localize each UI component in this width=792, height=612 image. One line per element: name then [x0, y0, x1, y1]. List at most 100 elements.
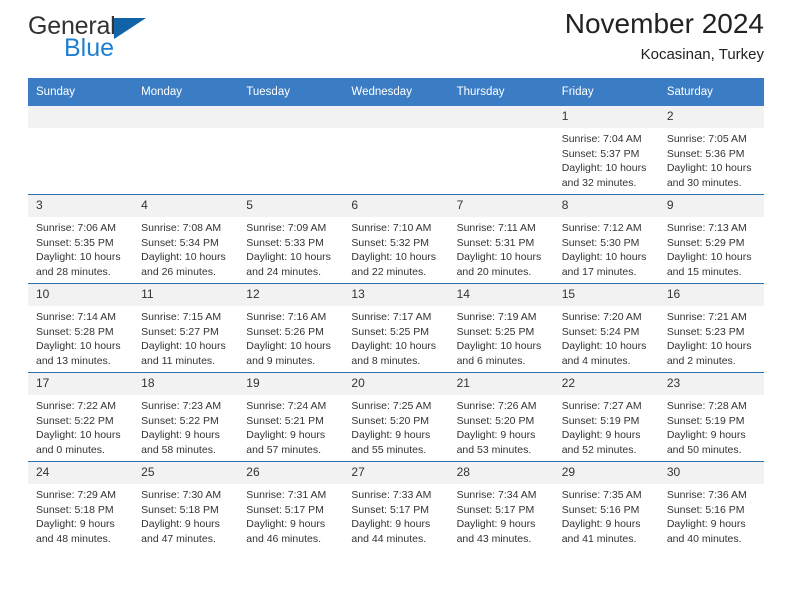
day-details: Sunrise: 7:13 AM Sunset: 5:29 PM Daylight:…: [659, 217, 764, 279]
calendar-day-cell[interactable]: 1 Sunrise: 7:04 AM Sunset: 5:37 PM Daylight…: [553, 106, 659, 195]
sunset-text: Sunset: 5:27 PM: [141, 325, 219, 338]
daylight-text: Daylight: 9 hours and 48 minutes.: [36, 518, 115, 545]
day-number: 27: [343, 462, 449, 484]
daylight-text: Daylight: 9 hours and 47 minutes.: [141, 518, 220, 545]
daylight-text: Daylight: 10 hours and 26 minutes.: [141, 251, 226, 278]
calendar-day-cell[interactable]: 26 Sunrise: 7:31 AM Sunset: 5:17 PM Dayligh…: [238, 461, 344, 550]
calendar-day-cell[interactable]: 20 Sunrise: 7:25 AM Sunset: 5:20 PM Dayligh…: [343, 372, 449, 462]
sunrise-text: Sunrise: 7:25 AM: [351, 400, 432, 412]
triangle-icon: [113, 18, 146, 39]
calendar-day-cell[interactable]: 8 Sunrise: 7:12 AM Sunset: 5:30 PM Daylight…: [553, 194, 659, 284]
daylight-text: Daylight: 10 hours and 8 minutes.: [351, 340, 437, 367]
calendar-day-cell[interactable]: 18 Sunrise: 7:23 AM Sunset: 5:22 PM Dayligh…: [133, 372, 239, 462]
day-details: Sunrise: 7:06 AM Sunset: 5:35 PM Daylight:…: [28, 217, 133, 279]
calendar-day-cell[interactable]: 14 Sunrise: 7:19 AM Sunset: 5:25 PM Dayligh…: [448, 283, 554, 373]
sunrise-text: Sunrise: 7:24 AM: [246, 400, 327, 412]
calendar-day-cell[interactable]: 21 Sunrise: 7:26 AM Sunset: 5:20 PM Dayligh…: [448, 372, 554, 462]
page-header: General Blue November 2024 Kocasinan, Tu…: [28, 0, 764, 78]
calendar-day-cell[interactable]: 5 Sunrise: 7:09 AM Sunset: 5:33 PM Daylight…: [238, 194, 344, 284]
calendar-day-cell[interactable]: 23 Sunrise: 7:28 AM Sunset: 5:19 PM Dayligh…: [658, 372, 764, 462]
day-number: [343, 106, 449, 128]
sunrise-text: Sunrise: 7:36 AM: [666, 489, 747, 501]
day-details: Sunrise: 7:33 AM Sunset: 5:17 PM Daylight:…: [343, 484, 448, 546]
daylight-text: Daylight: 9 hours and 55 minutes.: [351, 429, 431, 456]
sunrise-text: Sunrise: 7:10 AM: [351, 222, 432, 234]
sunset-text: Sunset: 5:34 PM: [141, 236, 219, 249]
calendar-day-cell[interactable]: 9 Sunrise: 7:13 AM Sunset: 5:29 PM Daylight…: [658, 194, 764, 284]
day-number: 28: [448, 462, 554, 484]
calendar-day-cell[interactable]: 28 Sunrise: 7:34 AM Sunset: 5:17 PM Dayligh…: [448, 461, 554, 550]
weekday-header-monday: Monday: [133, 78, 239, 106]
day-number: 19: [238, 373, 344, 395]
day-details: Sunrise: 7:22 AM Sunset: 5:22 PM Daylight:…: [28, 395, 133, 457]
day-number: 12: [238, 284, 344, 306]
day-details: Sunrise: 7:35 AM Sunset: 5:16 PM Daylight:…: [554, 484, 659, 546]
calendar-day-cell[interactable]: 15 Sunrise: 7:20 AM Sunset: 5:24 PM Dayligh…: [553, 283, 659, 373]
weekday-header-thursday: Thursday: [448, 78, 554, 106]
calendar-day-cell[interactable]: 7 Sunrise: 7:11 AM Sunset: 5:31 PM Daylight…: [448, 194, 554, 284]
day-details: Sunrise: 7:20 AM Sunset: 5:24 PM Daylight:…: [554, 306, 659, 368]
sunrise-text: Sunrise: 7:29 AM: [36, 489, 116, 501]
logo-text-blue: Blue: [64, 34, 115, 62]
sunrise-text: Sunrise: 7:19 AM: [456, 311, 537, 323]
day-details: Sunrise: 7:24 AM Sunset: 5:21 PM Daylight:…: [238, 395, 343, 457]
daylight-text: Daylight: 10 hours and 6 minutes.: [456, 340, 542, 367]
sunset-text: Sunset: 5:26 PM: [246, 325, 324, 338]
sunrise-text: Sunrise: 7:12 AM: [561, 222, 642, 234]
daylight-text: Daylight: 10 hours and 15 minutes.: [666, 251, 752, 278]
calendar-day-cell[interactable]: 24 Sunrise: 7:29 AM Sunset: 5:18 PM Dayligh…: [28, 461, 134, 550]
day-number: 21: [448, 373, 554, 395]
calendar-day-cell[interactable]: 17 Sunrise: 7:22 AM Sunset: 5:22 PM Dayligh…: [28, 372, 134, 462]
daylight-text: Daylight: 10 hours and 17 minutes.: [561, 251, 647, 278]
calendar-day-cell[interactable]: 3 Sunrise: 7:06 AM Sunset: 5:35 PM Daylight…: [28, 194, 134, 284]
sunset-text: Sunset: 5:30 PM: [561, 236, 640, 249]
calendar-day-cell[interactable]: 19 Sunrise: 7:24 AM Sunset: 5:21 PM Dayligh…: [238, 372, 344, 462]
daylight-text: Daylight: 9 hours and 41 minutes.: [561, 518, 641, 545]
calendar-day-cell[interactable]: 6 Sunrise: 7:10 AM Sunset: 5:32 PM Daylight…: [343, 194, 449, 284]
calendar-day-cell[interactable]: 29 Sunrise: 7:35 AM Sunset: 5:16 PM Dayligh…: [553, 461, 659, 550]
daylight-text: Daylight: 10 hours and 2 minutes.: [666, 340, 752, 367]
daylight-text: Daylight: 9 hours and 58 minutes.: [141, 429, 220, 456]
daylight-text: Daylight: 10 hours and 9 minutes.: [246, 340, 331, 367]
general-blue-logo[interactable]: General Blue: [28, 14, 228, 70]
calendar-day-cell[interactable]: 4 Sunrise: 7:08 AM Sunset: 5:34 PM Daylight…: [133, 194, 239, 284]
daylight-text: Daylight: 10 hours and 24 minutes.: [246, 251, 331, 278]
daylight-text: Daylight: 9 hours and 43 minutes.: [456, 518, 536, 545]
sunrise-text: Sunrise: 7:27 AM: [561, 400, 642, 412]
sunset-text: Sunset: 5:36 PM: [666, 147, 745, 160]
daylight-text: Daylight: 9 hours and 53 minutes.: [456, 429, 536, 456]
day-details: Sunrise: 7:23 AM Sunset: 5:22 PM Daylight:…: [133, 395, 238, 457]
sunset-text: Sunset: 5:17 PM: [246, 503, 324, 516]
calendar-day-cell[interactable]: 27 Sunrise: 7:33 AM Sunset: 5:17 PM Dayligh…: [343, 461, 449, 550]
sunrise-text: Sunrise: 7:22 AM: [36, 400, 116, 412]
day-details: Sunrise: 7:09 AM Sunset: 5:33 PM Daylight:…: [238, 217, 343, 279]
sunrise-text: Sunrise: 7:23 AM: [141, 400, 222, 412]
calendar-day-cell[interactable]: 22 Sunrise: 7:27 AM Sunset: 5:19 PM Dayligh…: [553, 372, 659, 462]
day-details: Sunrise: 7:04 AM Sunset: 5:37 PM Daylight:…: [554, 128, 659, 190]
calendar-day-cell[interactable]: 11 Sunrise: 7:15 AM Sunset: 5:27 PM Dayligh…: [133, 283, 239, 373]
sunrise-text: Sunrise: 7:08 AM: [141, 222, 222, 234]
calendar-day-cell[interactable]: 25 Sunrise: 7:30 AM Sunset: 5:18 PM Dayligh…: [133, 461, 239, 550]
sunset-text: Sunset: 5:25 PM: [456, 325, 535, 338]
daylight-text: Daylight: 10 hours and 4 minutes.: [561, 340, 647, 367]
calendar-day-cell[interactable]: 30 Sunrise: 7:36 AM Sunset: 5:16 PM Dayligh…: [658, 461, 764, 550]
day-details: Sunrise: 7:27 AM Sunset: 5:19 PM Daylight:…: [554, 395, 659, 457]
day-details: Sunrise: 7:08 AM Sunset: 5:34 PM Daylight:…: [133, 217, 238, 279]
calendar-day-cell[interactable]: 12 Sunrise: 7:16 AM Sunset: 5:26 PM Dayligh…: [238, 283, 344, 373]
day-details: Sunrise: 7:12 AM Sunset: 5:30 PM Daylight:…: [554, 217, 659, 279]
day-number: 7: [448, 195, 554, 217]
calendar-week-row: 1 Sunrise: 7:04 AM Sunset: 5:37 PM Daylight…: [28, 106, 764, 195]
day-details: Sunrise: 7:05 AM Sunset: 5:36 PM Daylight:…: [659, 128, 764, 190]
calendar-day-cell[interactable]: 13 Sunrise: 7:17 AM Sunset: 5:25 PM Dayligh…: [343, 283, 449, 373]
day-details: Sunrise: 7:34 AM Sunset: 5:17 PM Daylight:…: [449, 484, 554, 546]
calendar-day-cell[interactable]: 10 Sunrise: 7:14 AM Sunset: 5:28 PM Dayligh…: [28, 283, 134, 373]
calendar-day-cell[interactable]: 16 Sunrise: 7:21 AM Sunset: 5:23 PM Dayligh…: [658, 283, 764, 373]
daylight-text: Daylight: 10 hours and 28 minutes.: [36, 251, 121, 278]
calendar-day-cell-empty: [28, 106, 134, 195]
sunrise-text: Sunrise: 7:16 AM: [246, 311, 327, 323]
sunrise-text: Sunrise: 7:09 AM: [246, 222, 327, 234]
day-number: 16: [658, 284, 764, 306]
day-number: 26: [238, 462, 344, 484]
daylight-text: Daylight: 10 hours and 32 minutes.: [561, 162, 647, 189]
calendar-day-cell[interactable]: 2 Sunrise: 7:05 AM Sunset: 5:36 PM Daylight…: [658, 106, 764, 195]
